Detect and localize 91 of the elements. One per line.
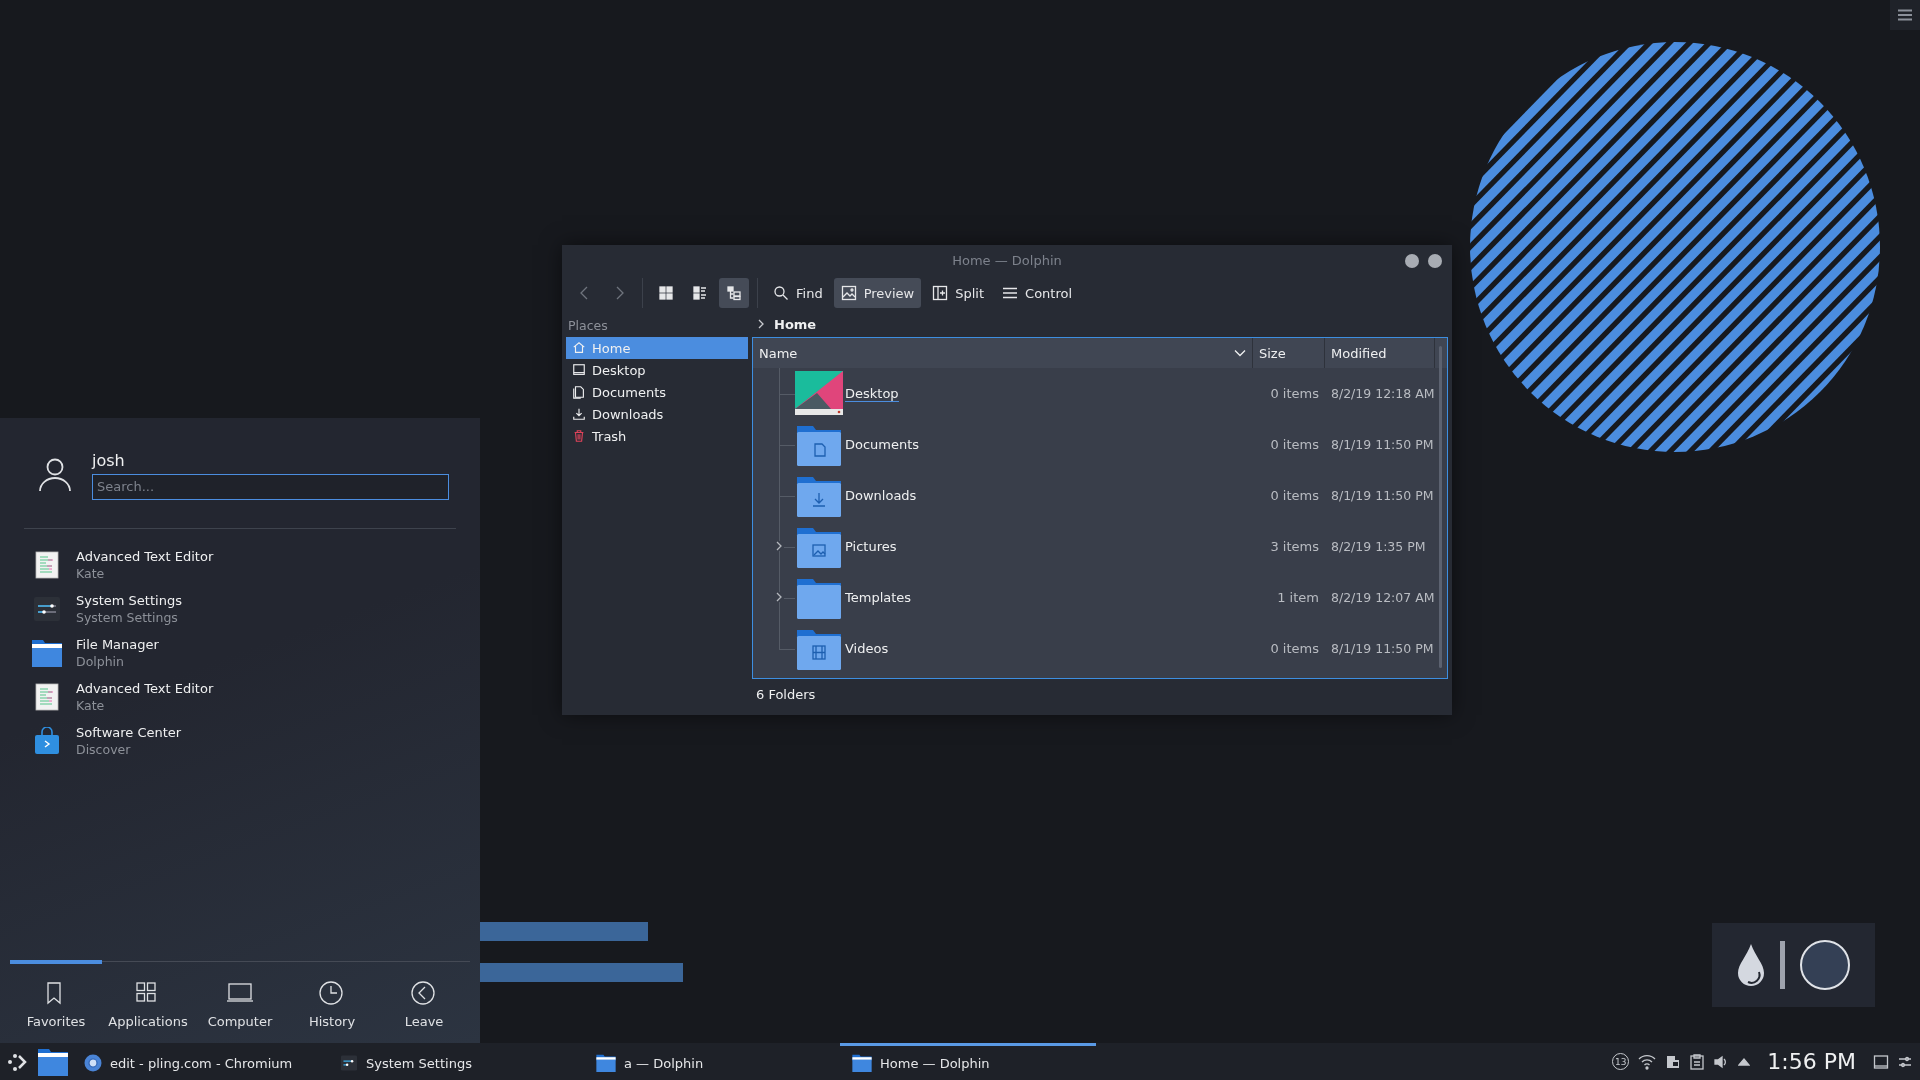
app-list-item[interactable]: Software Center Discover: [0, 719, 480, 763]
show-desktop-icon: [1873, 1053, 1889, 1070]
menu-icon: [1002, 285, 1019, 301]
back-circle-icon: [410, 980, 438, 1006]
folder-icon: [32, 639, 62, 667]
wifi-icon: [1638, 1053, 1657, 1070]
window-title: Home — Dolphin: [952, 252, 1062, 268]
text-editor-icon: [35, 551, 59, 579]
places-item[interactable]: Downloads: [566, 403, 748, 425]
size-cell-text: 1 item: [1276, 590, 1320, 605]
expand-arrow-icon: [1738, 1056, 1751, 1067]
minimize-button[interactable]: [1405, 254, 1419, 268]
locked-drive-icon: [1665, 1053, 1682, 1070]
file-name[interactable]: Videos: [845, 641, 889, 656]
menu-icon: [1898, 9, 1912, 21]
folder-icon: [38, 1047, 68, 1076]
task-button[interactable]: a — Dolphin: [584, 1043, 840, 1080]
file-name[interactable]: Templates: [845, 590, 912, 605]
user-icon: [38, 457, 72, 493]
text-editor-icon: [35, 683, 59, 711]
modified-cell-text: 8/2/19 1:35 PM: [1330, 539, 1427, 554]
breadcrumb-item[interactable]: Home: [774, 316, 817, 332]
task-button[interactable]: System Settings: [328, 1043, 584, 1080]
task-button[interactable]: Home — Dolphin: [840, 1043, 1096, 1080]
places-heading: Places: [567, 317, 609, 335]
column-header[interactable]: Size: [1253, 338, 1325, 368]
details-view-icon: [726, 285, 742, 301]
browser-icon: [84, 1054, 102, 1072]
launcher-tab[interactable]: Computer: [194, 960, 286, 1043]
sort-caret-icon: [1234, 349, 1246, 357]
modified-cell-text: 8/2/19 12:07 AM: [1330, 590, 1435, 605]
trash-icon: [572, 429, 586, 443]
clipboard-icon: [1690, 1053, 1705, 1070]
file-name[interactable]: Documents: [845, 437, 920, 452]
expand-chevron-icon: [774, 541, 784, 551]
monitor-icon: [572, 363, 586, 377]
split-button[interactable]: Split: [925, 278, 992, 308]
sliders-icon: [33, 596, 61, 622]
search-field[interactable]: Search...: [92, 473, 449, 500]
find-button[interactable]: Find: [766, 278, 830, 308]
clock[interactable]: 1:56 PM: [1767, 1049, 1856, 1074]
size-cell-text: 0 items: [1269, 641, 1320, 656]
compact-view-icon: [692, 285, 708, 301]
preview-button[interactable]: Preview: [833, 278, 922, 308]
settings-sliders-icon: [1898, 1054, 1912, 1069]
control-button[interactable]: Control: [995, 278, 1080, 308]
places-item[interactable]: Trash: [566, 425, 748, 447]
download-icon: [572, 407, 586, 421]
clock-icon: [318, 980, 346, 1006]
places-item[interactable]: Desktop: [566, 359, 748, 381]
icons-view-icon: [658, 285, 674, 301]
home-icon: [572, 341, 586, 355]
places-item[interactable]: Documents: [566, 381, 748, 403]
column-header[interactable]: Name: [753, 338, 1253, 368]
launcher-tab[interactable]: Leave: [378, 960, 470, 1043]
search-icon: [773, 285, 789, 301]
modified-cell-text: 8/1/19 11:50 PM: [1330, 488, 1435, 503]
file-name[interactable]: Pictures: [845, 539, 897, 554]
app-list-item[interactable]: File Manager Dolphin: [0, 631, 480, 675]
user-name: josh: [92, 450, 126, 470]
document-icon: [572, 385, 586, 399]
expand-chevron-icon: [774, 592, 784, 602]
menu-button[interactable]: [1890, 0, 1920, 30]
image-icon: [840, 285, 857, 301]
file-name[interactable]: Desktop: [845, 385, 899, 402]
modified-cell-text: 8/2/19 12:18 AM: [1330, 386, 1435, 401]
modified-cell-text: 8/1/19 11:50 PM: [1330, 437, 1435, 452]
status-text: 6 Folders: [755, 686, 817, 704]
modified-cell-text: 8/1/19 11:50 PM: [1330, 641, 1435, 656]
view-mode-button[interactable]: [719, 278, 749, 308]
size-cell-text: 0 items: [1269, 488, 1320, 503]
sliders-icon: [340, 1055, 358, 1071]
circle-icon: [1799, 939, 1851, 991]
close-button[interactable]: [1428, 254, 1442, 268]
folder-icon: [596, 1054, 616, 1072]
launcher-tab[interactable]: History: [286, 960, 378, 1043]
launcher-tab[interactable]: Applications: [102, 960, 194, 1043]
app-list-item[interactable]: System Settings System Settings: [0, 587, 480, 631]
app-list-item[interactable]: Advanced Text Editor Kate: [0, 543, 480, 587]
file-name[interactable]: Downloads: [845, 488, 917, 503]
droplet-icon: [1736, 942, 1766, 988]
size-cell-text: 0 items: [1269, 386, 1320, 401]
size-cell-text: 3 items: [1269, 539, 1320, 554]
task-button[interactable]: edit - pling.com - Chromium: [72, 1043, 328, 1080]
size-cell-text: 0 items: [1269, 437, 1320, 452]
chevron-icon: [756, 319, 766, 329]
app-list-item[interactable]: Advanced Text Editor Kate: [0, 675, 480, 719]
split-view-icon: [932, 285, 949, 301]
folder-icon: [852, 1054, 872, 1072]
column-header[interactable]: Modified: [1325, 338, 1435, 368]
shopping-bag-icon: [34, 727, 60, 755]
